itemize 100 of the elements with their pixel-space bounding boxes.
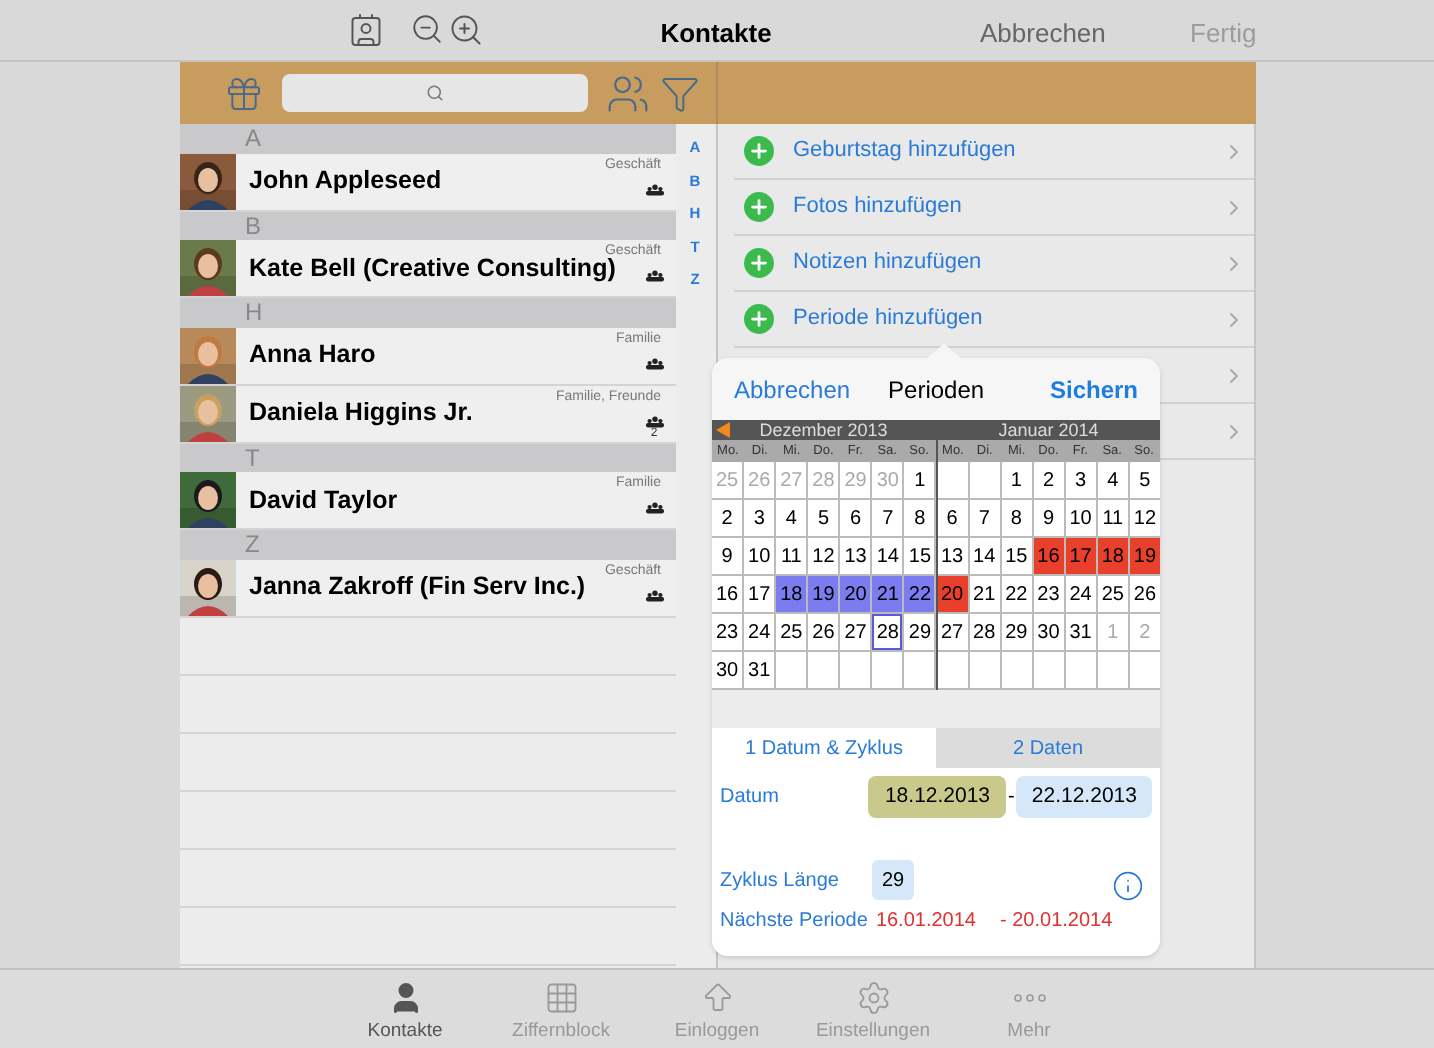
gift-icon[interactable] [223,73,263,113]
cycle-field[interactable]: 29 [872,860,914,900]
save-button[interactable]: Sichern [1049,371,1138,407]
calendar-day[interactable]: 20 [840,576,871,612]
people-icon [645,415,663,427]
calendar-day[interactable]: 24 [744,614,775,650]
contact-name: John Appleseed [249,164,442,199]
calendar-day[interactable]: 2 [1033,462,1064,498]
section-letter: T [245,445,260,470]
calendar-day[interactable]: 15 [1001,538,1032,574]
calendar-day[interactable]: 5 [1129,462,1160,498]
add-icon [743,248,773,278]
calendar-day[interactable]: 12 [1129,500,1160,536]
calendar-day[interactable]: 22 [1001,576,1032,612]
calendar-day[interactable]: 26 [808,614,839,650]
action-row[interactable]: Periode hinzufügen [733,292,1253,348]
action-row[interactable]: Notizen hinzufügen [733,236,1253,292]
calendar-day[interactable]: 26 [1129,576,1160,612]
calendar-day[interactable]: 3 [744,500,775,536]
calendar-day[interactable]: 8 [1001,500,1032,536]
people-icon [645,357,663,369]
calendar-day[interactable]: 15 [904,538,935,574]
calendar-day[interactable]: 27 [937,614,968,650]
calendar-day[interactable]: 19 [808,576,839,612]
calendar-day[interactable]: 18 [1097,538,1128,574]
calendar-day[interactable]: 29 [1001,614,1032,650]
calendar-day[interactable]: 17 [1065,538,1096,574]
calendar-day[interactable]: 16 [712,576,743,612]
calendar-day[interactable]: 11 [776,538,807,574]
people-icon [645,502,663,514]
calendar-day[interactable]: 3 [1065,462,1096,498]
action-row[interactable]: Geburtstag hinzufügen [733,124,1253,180]
calendar-day[interactable]: 23 [1033,576,1064,612]
action-label: Periode hinzufügen [793,304,983,335]
next-period-start: 16.01.2014 [875,908,976,936]
calendar-day[interactable]: 22 [904,576,935,612]
calendar-day[interactable]: 13 [840,538,871,574]
people-icon[interactable] [603,71,651,115]
calendar-day[interactable]: 2 [712,500,743,536]
calendar-day[interactable]: 6 [840,500,871,536]
popover-title: Perioden [888,373,985,407]
window-title: Kontakte [658,16,774,52]
info-icon[interactable] [1112,870,1144,902]
more-icon [1011,994,1047,1002]
calendar-day[interactable]: 30 [1033,614,1064,650]
calendar-day[interactable]: 31 [744,652,775,688]
filter-icon[interactable] [659,73,699,113]
cancel-button[interactable]: Abbrechen [980,14,1106,53]
calendar-day[interactable]: 9 [712,538,743,574]
calendar-day[interactable]: 29 [904,614,935,650]
calendar-day[interactable]: 19 [1129,538,1160,574]
date-field[interactable]: 18.12.2013 [868,776,1007,818]
calendar-day[interactable]: 21 [872,576,903,612]
calendar-day[interactable]: 20 [937,576,968,612]
next-period-end: - 20.01.2014 [1000,908,1113,936]
calendar-day[interactable]: 13 [937,538,968,574]
calendar-day[interactable]: 4 [776,500,807,536]
calendar-day[interactable]: 21 [969,576,1000,612]
contact-card-icon[interactable] [346,12,386,48]
calendar-day[interactable]: 11 [1097,500,1128,536]
calendar-day[interactable]: 7 [969,500,1000,536]
calendar-day[interactable]: 25 [776,614,807,650]
section-letter: A [245,126,262,151]
calendar-day[interactable]: 6 [937,500,968,536]
calendar-day[interactable]: 16 [1033,538,1064,574]
calendar-day[interactable]: 8 [904,500,935,536]
calendar-day[interactable]: 7 [872,500,903,536]
calendar-day[interactable]: 27 [840,614,871,650]
calendar-day[interactable]: 31 [1065,614,1096,650]
zoom-in-icon[interactable] [448,12,484,48]
calendar-day[interactable]: 17 [744,576,775,612]
calendar-day[interactable]: 14 [969,538,1000,574]
calendar-day[interactable]: 10 [1065,500,1096,536]
cancel-button[interactable]: Abbrechen [734,371,851,407]
calendar-day[interactable]: 28 [969,614,1000,650]
tab-bar-item[interactable]: Kontakte [347,970,463,1048]
calendar-day[interactable]: 24 [1065,576,1096,612]
search-field[interactable] [281,74,587,112]
date-label: Datum [720,784,781,812]
calendar-day[interactable]: 1 [904,462,935,498]
calendar-day[interactable]: 14 [872,538,903,574]
zoom-out-icon[interactable] [410,12,444,46]
calendar-day[interactable]: 23 [712,614,743,650]
section-letter: B [245,213,262,238]
calendar-day[interactable]: 28 [872,614,903,650]
calendar-day[interactable]: 9 [1033,500,1064,536]
calendar-day[interactable]: 30 [712,652,743,688]
calendar-day[interactable]: 5 [808,500,839,536]
calendar-day[interactable]: 4 [1097,462,1128,498]
add-icon [743,192,773,222]
action-row[interactable]: Fotos hinzufügen [733,180,1253,236]
date-field[interactable]: 22.12.2013 [1016,776,1152,818]
calendar-day[interactable]: 10 [744,538,775,574]
search-icon [425,84,443,102]
calendar-day[interactable]: 18 [776,576,807,612]
action-label: Geburtstag hinzufügen [793,136,1016,167]
next-period-label: Nächste Periode [720,908,868,936]
calendar-day[interactable]: 25 [1097,576,1128,612]
calendar-day[interactable]: 12 [808,538,839,574]
calendar-day[interactable]: 1 [1001,462,1032,498]
